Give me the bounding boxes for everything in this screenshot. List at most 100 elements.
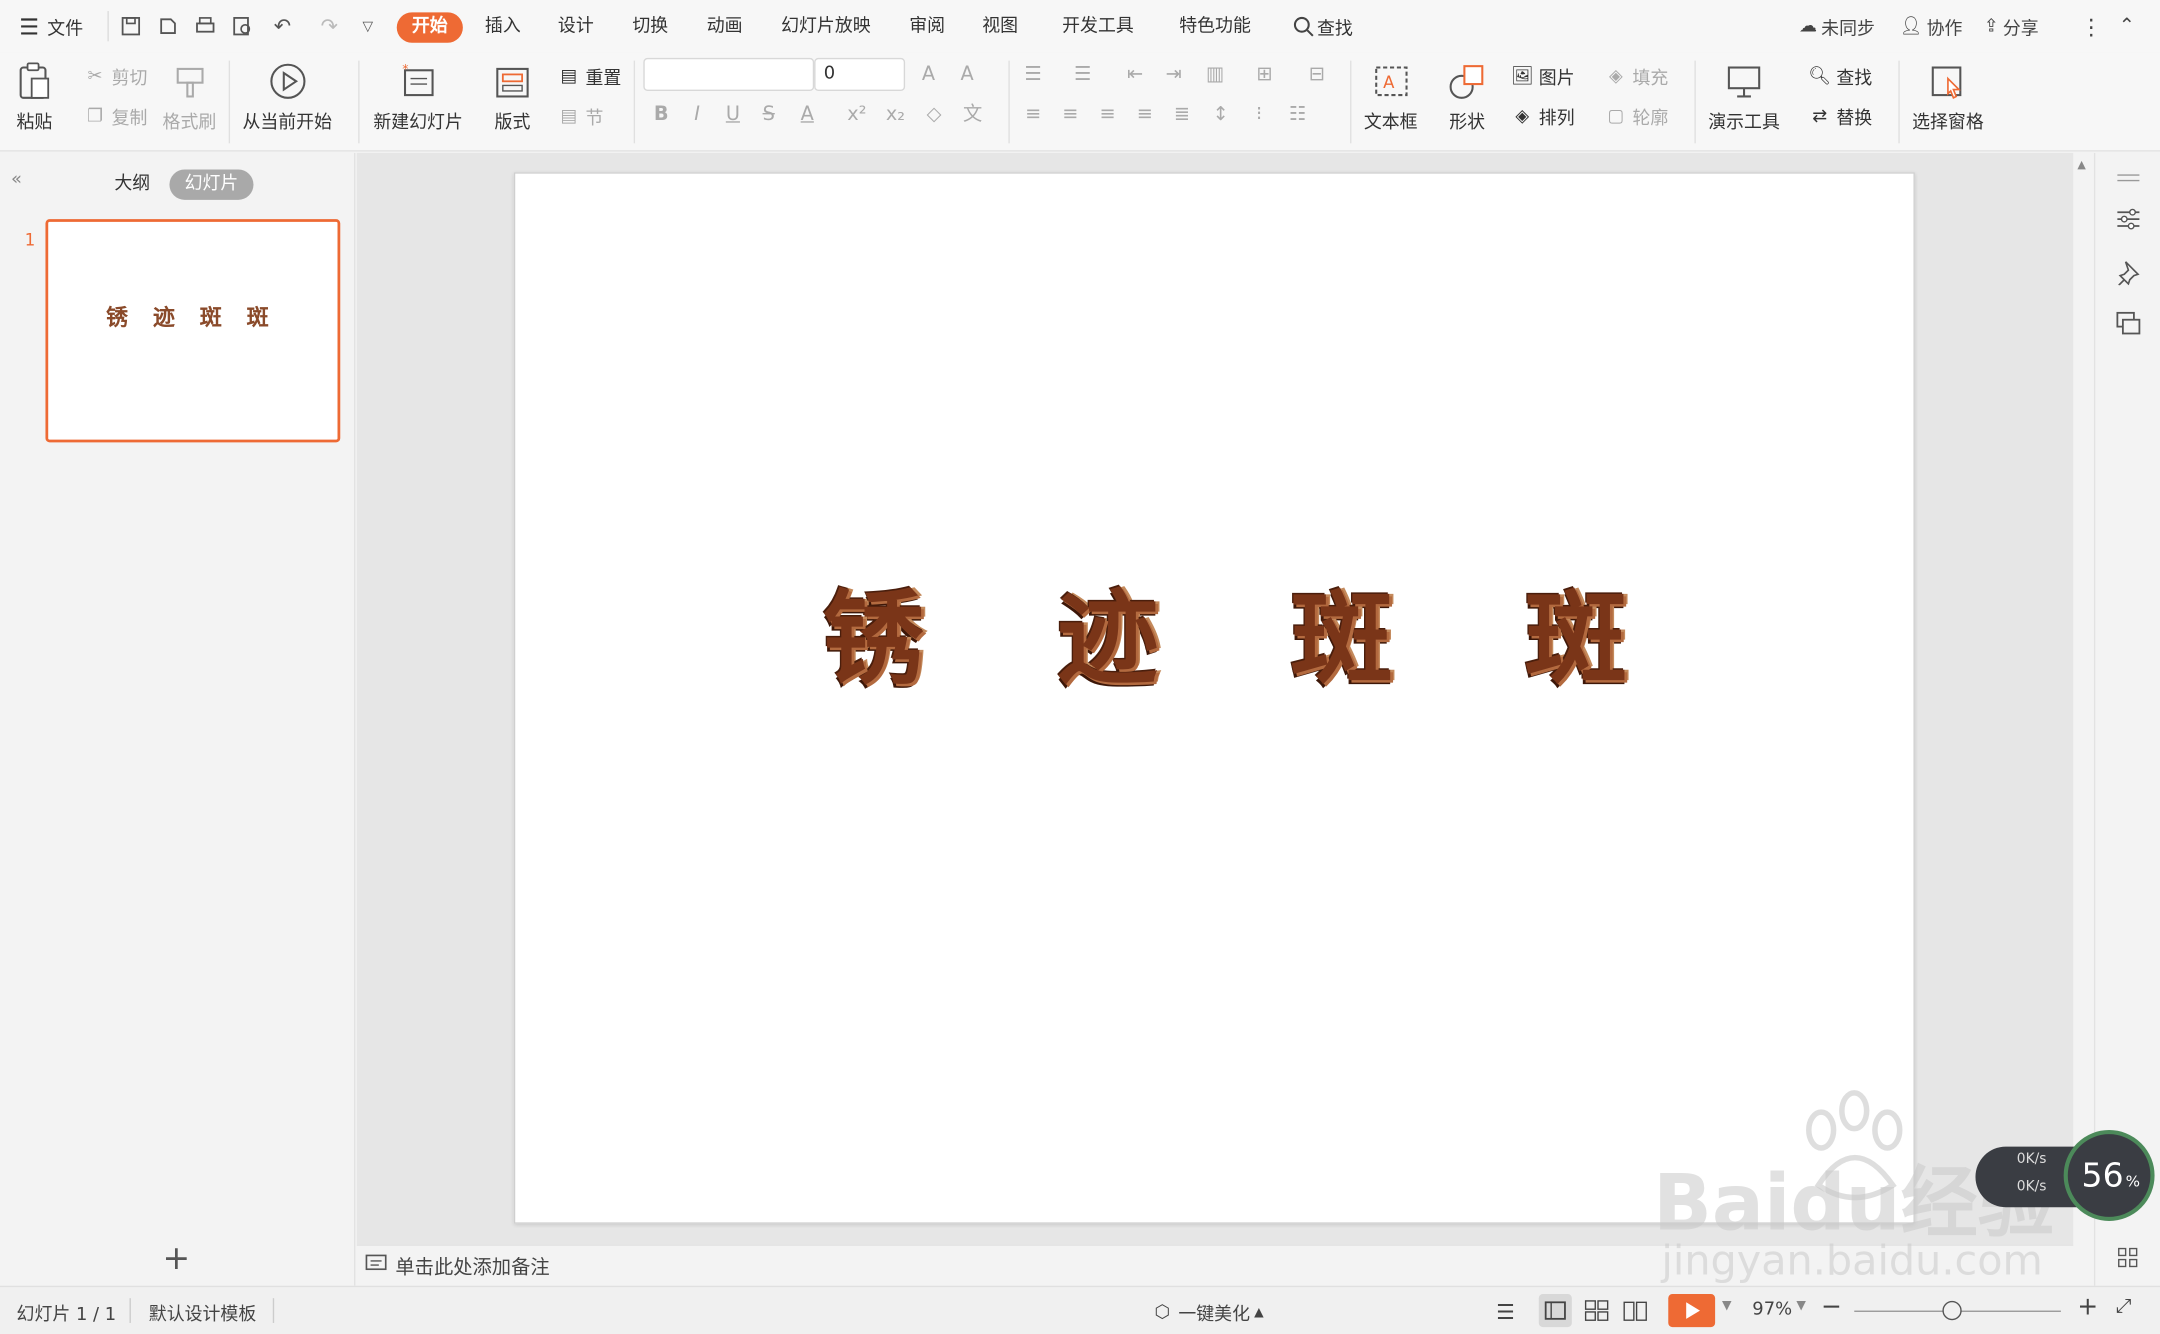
copy-button[interactable]: ❐ 复制 [83, 103, 147, 129]
rust-texture-text[interactable]: 锈 迹 斑 斑 [816, 582, 1634, 698]
increase-indent-icon[interactable]: ⇥ [1160, 61, 1188, 89]
paragraph-settings-icon[interactable]: ☷ [1284, 101, 1312, 129]
font-size-select[interactable]: 0 [814, 57, 906, 91]
tab-animation[interactable]: 动画 [707, 12, 743, 42]
tab-review[interactable]: 审阅 [909, 12, 945, 42]
tab-design[interactable]: 设计 [558, 12, 594, 42]
share-button[interactable]: ⇪ 分享 [1984, 0, 2039, 52]
collab-button[interactable]: 👤︎ 协作 [1900, 0, 1963, 52]
tab-outline[interactable]: 大纲 [99, 170, 165, 200]
layout-button[interactable]: 版式 [492, 55, 533, 134]
superscript-icon[interactable]: x² [843, 101, 871, 129]
design-template[interactable]: 默认设计模板 [149, 1300, 256, 1326]
bullet-list-icon[interactable]: ☰ [1019, 61, 1047, 89]
align-center-icon[interactable]: ≡ [1057, 101, 1085, 129]
decrease-font-icon[interactable]: A [953, 61, 981, 89]
distribute-icon[interactable]: ≣ [1168, 101, 1196, 129]
selection-pane-button[interactable]: 选择窗格 [1912, 55, 1984, 134]
zoom-in-icon[interactable]: + [2077, 1293, 2098, 1322]
presentation-tools-button[interactable]: 演示工具 [1708, 55, 1780, 134]
beautify-button[interactable]: ⬡ 一键美化 ▲ [1154, 1300, 1263, 1325]
replace-button[interactable]: ⇄ 替换 [1807, 103, 1872, 129]
numbered-list-icon[interactable]: ☰ [1069, 61, 1097, 89]
slide-char[interactable]: 锈 [816, 582, 932, 698]
zoom-level[interactable]: 97% [1752, 1300, 1792, 1321]
font-color-icon[interactable]: A [793, 101, 821, 129]
bold-icon[interactable]: B [647, 101, 675, 129]
undo-icon[interactable]: ↶ [267, 11, 297, 41]
play-from-current-button[interactable]: 从当前开始 [242, 55, 332, 134]
properties-icon[interactable] [2115, 205, 2143, 233]
picture-button[interactable]: 🖼︎ 图片 [1510, 63, 1575, 89]
format-painter-button[interactable]: 格式刷 [163, 55, 216, 134]
tab-transition[interactable]: 切换 [632, 12, 668, 42]
save-icon[interactable] [116, 11, 146, 41]
more-icon[interactable]: ⋮ [2080, 0, 2102, 52]
export-icon[interactable] [153, 11, 183, 41]
fill-button[interactable]: ◈ 填充 [1604, 63, 1668, 89]
fit-window-icon[interactable]: ⤢ [2116, 1295, 2131, 1317]
shape-button[interactable]: 形状 [1446, 55, 1487, 134]
tab-home[interactable]: 开始 [396, 12, 463, 43]
find-button[interactable]: 🔍︎ 查找 [1807, 63, 1872, 89]
file-menu[interactable]: ☰ 文件 [19, 0, 83, 52]
redo-icon[interactable]: ↷ [314, 11, 344, 41]
tab-features[interactable]: 特色功能 [1179, 12, 1251, 42]
arrange-button[interactable]: ◈ 排列 [1510, 103, 1574, 129]
reading-view-icon[interactable] [1619, 1294, 1652, 1327]
align-text-icon[interactable]: ⊟ [1303, 61, 1331, 89]
zoom-out-icon[interactable]: − [1821, 1293, 1842, 1322]
tab-insert[interactable]: 插入 [485, 12, 521, 42]
zoom-slider-handle[interactable] [1942, 1300, 1962, 1321]
subscript-icon[interactable]: x₂ [882, 101, 910, 129]
pin-icon[interactable] [2115, 258, 2143, 286]
collapse-panel-icon[interactable]: « [11, 170, 22, 191]
line-spacing-icon[interactable]: ↕ [1207, 101, 1235, 129]
slide-char[interactable]: 斑 [1518, 582, 1634, 698]
tab-slideshow[interactable]: 幻灯片放映 [781, 12, 871, 42]
reset-button[interactable]: ▤ 重置 [557, 63, 621, 89]
slide-canvas[interactable]: 锈 迹 斑 斑 [513, 172, 1915, 1224]
text-effect-icon[interactable]: 文 [959, 101, 987, 129]
slide-char[interactable]: 迹 [1050, 582, 1166, 698]
tab-view[interactable]: 视图 [982, 12, 1018, 42]
cut-button[interactable]: ✂ 剪切 [83, 63, 148, 89]
font-name-select[interactable] [643, 57, 815, 91]
slide-sorter-icon[interactable] [1580, 1294, 1613, 1327]
caret-down-icon[interactable]: ▼ [1796, 1300, 1806, 1314]
play-slideshow-button[interactable] [1668, 1294, 1716, 1328]
underline-icon[interactable]: U [719, 101, 747, 129]
customize-quick-access-icon[interactable]: ▽ [353, 11, 383, 41]
align-left-icon[interactable]: ≡ [1019, 101, 1047, 129]
text-direction-icon[interactable]: ⊞ [1251, 61, 1279, 89]
columns-icon[interactable]: ▥ [1201, 61, 1229, 89]
decrease-indent-icon[interactable]: ⇤ [1121, 61, 1149, 89]
slide-thumbnail[interactable]: 锈 迹 斑 斑 [45, 219, 341, 443]
network-speed-widget[interactable]: 0K/s 0K/s 56 % [1975, 1130, 2155, 1224]
caret-down-icon[interactable]: ▼ [1722, 1300, 1732, 1314]
print-preview-icon[interactable] [227, 11, 257, 41]
outline-button[interactable]: ▢ 轮廓 [1604, 103, 1668, 129]
section-button[interactable]: ▤ 节 [557, 103, 603, 129]
vertical-scrollbar[interactable]: ▲ [2073, 152, 2093, 1286]
search-button[interactable]: 查找 [1292, 0, 1353, 52]
menu-lines-icon[interactable] [2115, 164, 2143, 192]
align-right-icon[interactable]: ≡ [1094, 101, 1122, 129]
new-slide-button[interactable]: * 新建幻灯片 [373, 55, 463, 134]
eraser-icon[interactable]: ◇ [920, 101, 948, 129]
textbox-button[interactable]: A 文本框 [1364, 55, 1418, 134]
add-slide-icon[interactable]: + [163, 1239, 191, 1278]
tab-developer[interactable]: 开发工具 [1062, 12, 1134, 42]
grid-apps-icon[interactable] [2115, 1244, 2143, 1272]
tab-slides[interactable]: 幻灯片 [169, 169, 254, 200]
sync-button[interactable]: ☁ 未同步 [1799, 0, 1875, 52]
strikethrough-icon[interactable]: S [755, 101, 783, 129]
normal-view-icon[interactable] [1538, 1294, 1572, 1328]
paste-button[interactable]: 粘贴 [14, 55, 55, 134]
justify-icon[interactable]: ≡ [1131, 101, 1159, 129]
scroll-up-icon[interactable]: ▲ [2077, 158, 2085, 170]
increase-font-icon[interactable]: A [915, 61, 943, 89]
slides-copy-icon[interactable] [2115, 310, 2143, 338]
paragraph-spacing-icon[interactable]: ⁝ [1245, 101, 1273, 129]
slide-char[interactable]: 斑 [1284, 582, 1400, 698]
